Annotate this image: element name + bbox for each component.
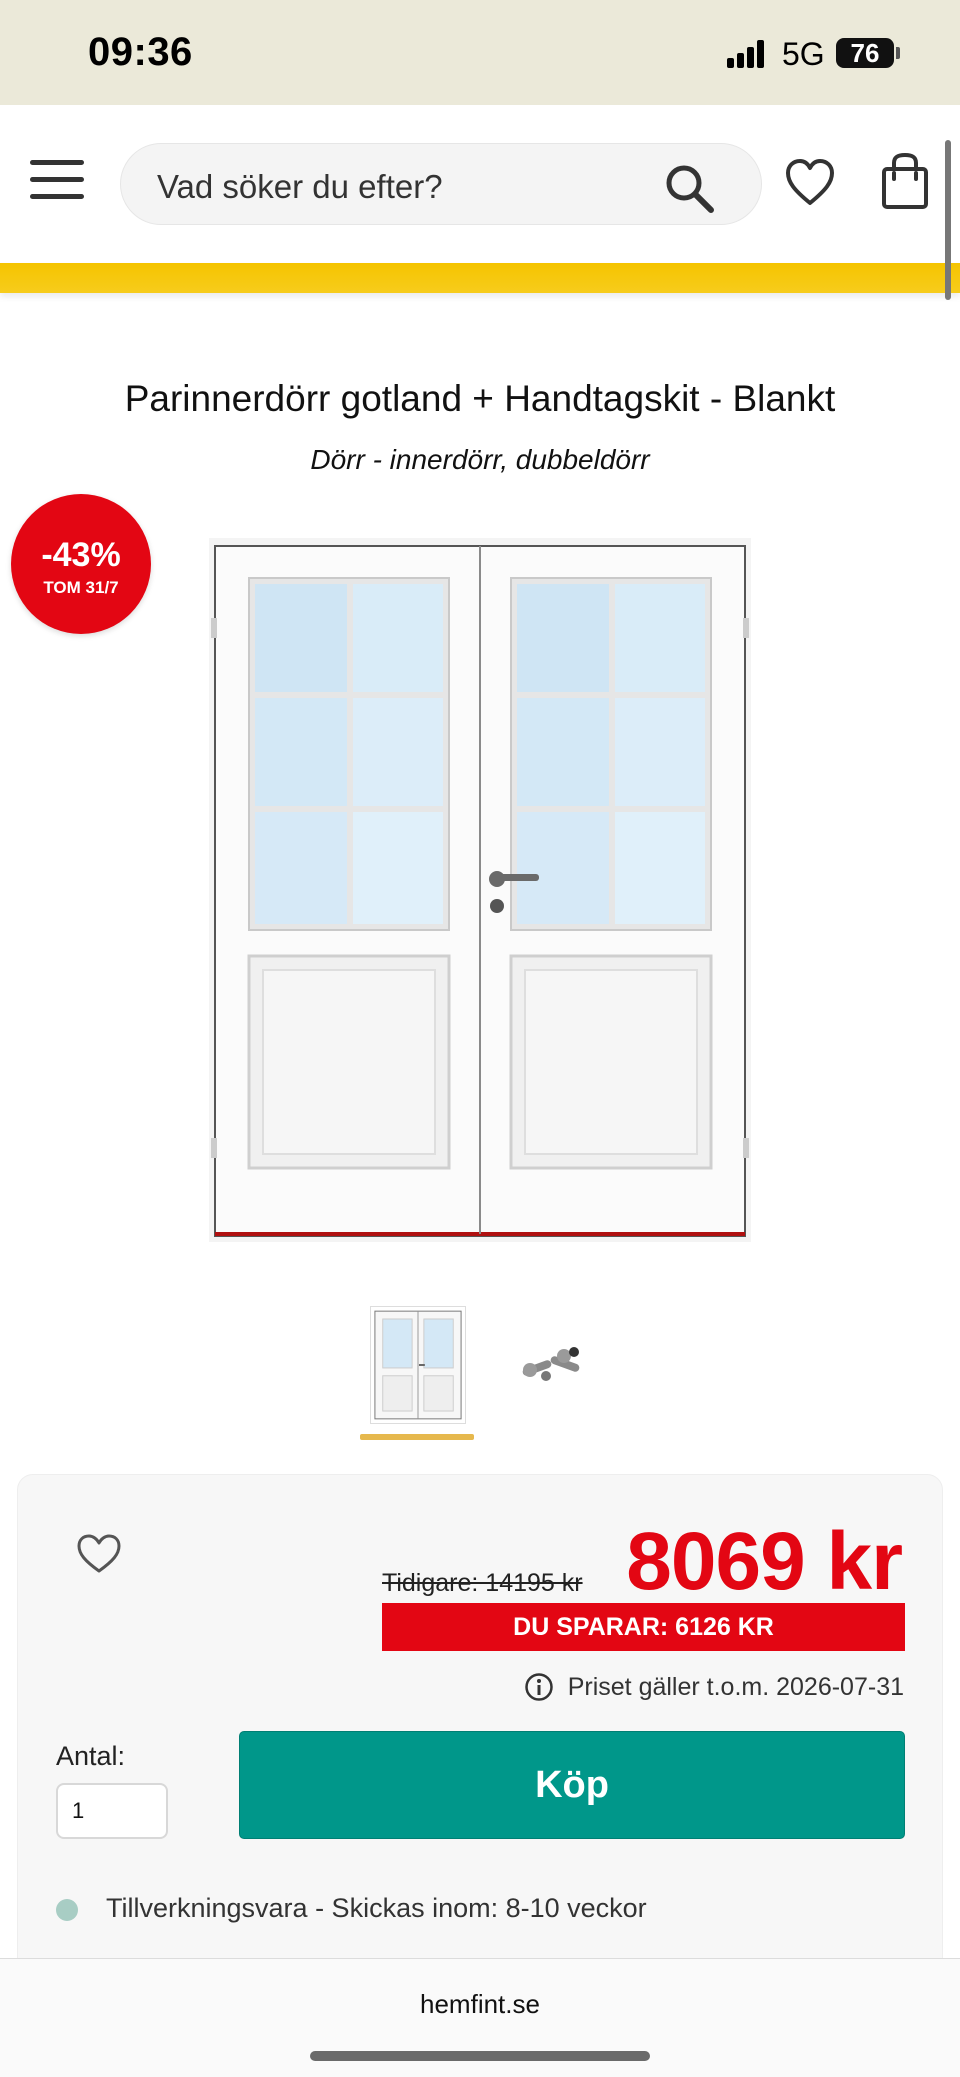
product-image[interactable] bbox=[209, 538, 751, 1242]
status-time: 09:36 bbox=[88, 30, 193, 74]
thumbnail-selected-indicator bbox=[360, 1434, 474, 1440]
home-indicator[interactable] bbox=[310, 2051, 650, 2061]
battery-tip bbox=[896, 47, 900, 59]
shopping-bag-icon[interactable] bbox=[880, 153, 930, 211]
scrollbar[interactable] bbox=[945, 140, 951, 300]
status-bar: 09:36 5G 76 bbox=[0, 0, 960, 105]
quantity-label: Antal: bbox=[56, 1741, 126, 1771]
stock-status-dot bbox=[56, 1899, 78, 1921]
door-thumbnail[interactable] bbox=[370, 1306, 466, 1424]
price-card: Tidigare: 14195 kr 8069 kr DU SPARAR: 61… bbox=[17, 1474, 943, 2034]
site-header: Vad söker du efter? bbox=[0, 105, 960, 263]
current-price: 8069 kr bbox=[626, 1516, 903, 1607]
accent-bar bbox=[0, 263, 960, 293]
network-type: 5G bbox=[782, 36, 825, 72]
search-input[interactable]: Vad söker du efter? bbox=[120, 143, 762, 225]
heart-icon[interactable] bbox=[784, 157, 836, 209]
handle-kit-thumbnail[interactable] bbox=[500, 1306, 600, 1424]
stock-status-text: Tillverkningsvara - Skickas inom: 8-10 v… bbox=[106, 1893, 647, 1923]
price-validity-text: Priset gäller t.o.m. 2026-07-31 bbox=[567, 1672, 904, 1701]
price-validity: Priset gäller t.o.m. 2026-07-31 bbox=[524, 1667, 904, 1707]
browser-address-bar[interactable]: hemfint.se bbox=[0, 1958, 960, 2077]
old-price: Tidigare: 14195 kr bbox=[382, 1569, 583, 1597]
product-title: Parinnerdörr gotland + Handtagskit - Bla… bbox=[124, 378, 836, 419]
product-subtitle: Dörr - innerdörr, dubbeldörr bbox=[310, 444, 650, 475]
search-icon[interactable] bbox=[661, 160, 717, 216]
savings-banner: DU SPARAR: 6126 KR bbox=[382, 1603, 905, 1651]
battery-icon: 76 bbox=[836, 38, 894, 68]
signal-icon bbox=[727, 40, 767, 68]
discount-percent: -43% bbox=[41, 536, 121, 574]
quantity-input[interactable]: 1 bbox=[56, 1783, 168, 1839]
search-placeholder: Vad söker du efter? bbox=[157, 168, 443, 205]
discount-badge: -43% TOM 31/7 bbox=[11, 494, 151, 634]
discount-date: TOM 31/7 bbox=[43, 578, 119, 597]
info-icon[interactable] bbox=[524, 1672, 554, 1702]
buy-button[interactable]: Köp bbox=[239, 1731, 905, 1839]
url-text[interactable]: hemfint.se bbox=[0, 1989, 960, 2020]
wishlist-heart-icon[interactable] bbox=[76, 1533, 122, 1575]
menu-icon[interactable] bbox=[30, 160, 84, 200]
